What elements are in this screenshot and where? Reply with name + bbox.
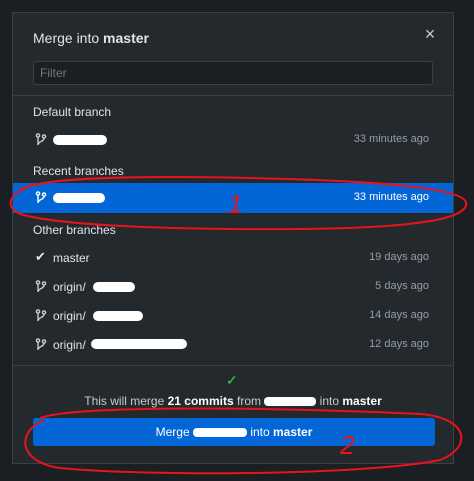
branch-icon	[35, 309, 47, 322]
branch-time: 14 days ago	[369, 309, 429, 321]
other-branch-row[interactable]: origin/ 5 days ago	[13, 272, 453, 302]
button-prefix: Merge	[155, 425, 190, 439]
recent-branch-row[interactable]: 33 minutes ago	[13, 183, 453, 213]
branch-time: 12 days ago	[369, 338, 429, 350]
branch-icon	[35, 191, 47, 204]
summary-prefix: This will merge	[84, 394, 165, 408]
other-branch-row[interactable]: origin/ 14 days ago	[13, 301, 453, 331]
redaction-mark	[91, 339, 187, 349]
redaction-mark	[264, 397, 317, 407]
branch-time: 19 days ago	[369, 251, 429, 263]
dialog-header: Merge into master ×	[13, 13, 453, 63]
branch-time: 5 days ago	[375, 280, 429, 292]
redaction-mark	[93, 282, 135, 292]
title-prefix: Merge into	[33, 30, 100, 46]
merge-summary: This will merge 21 commits from into mas…	[13, 394, 453, 408]
button-target: master	[273, 425, 313, 439]
default-branch-row[interactable]: 33 minutes ago	[13, 125, 453, 155]
other-branch-row[interactable]: origin/ 12 days ago	[13, 330, 453, 360]
merge-button[interactable]: Merge into master	[33, 418, 435, 446]
check-icon: ✔	[35, 249, 46, 264]
branch-list[interactable]: Default branch 33 minutes ago Recent bra…	[13, 99, 453, 365]
close-icon[interactable]: ×	[423, 25, 437, 43]
title-branch: master	[103, 30, 149, 46]
summary-into: into	[319, 394, 340, 408]
branch-icon	[35, 338, 47, 351]
dialog-title: Merge into master	[33, 30, 149, 46]
branch-name: origin/	[53, 309, 86, 323]
redaction-mark	[192, 428, 247, 438]
other-branch-row[interactable]: ✔ master 19 days ago	[13, 243, 453, 273]
checkmark-icon: ✓	[226, 372, 238, 388]
button-into: into	[250, 425, 270, 439]
filter-input[interactable]	[33, 61, 433, 85]
branch-name: origin/	[53, 338, 86, 352]
redaction-mark	[53, 193, 105, 203]
dialog-footer: ✓ This will merge 21 commits from into m…	[13, 366, 453, 463]
header-divider	[13, 95, 453, 96]
branch-time: 33 minutes ago	[353, 133, 429, 145]
section-recent-branches: Recent branches	[33, 164, 124, 178]
summary-target: master	[342, 394, 382, 408]
branch-icon	[35, 280, 47, 293]
commit-count: 21 commits	[167, 394, 234, 408]
branch-time: 33 minutes ago	[353, 191, 429, 203]
section-default-branch: Default branch	[33, 105, 112, 119]
branch-name: origin/	[53, 280, 86, 294]
branch-icon	[35, 133, 47, 146]
merge-dialog: Merge into master × Default branch 33 mi…	[12, 12, 454, 464]
branch-name: master	[53, 251, 90, 265]
section-other-branches: Other branches	[33, 223, 116, 237]
summary-from: from	[236, 394, 261, 408]
redaction-mark	[53, 135, 107, 145]
redaction-mark	[93, 311, 143, 321]
